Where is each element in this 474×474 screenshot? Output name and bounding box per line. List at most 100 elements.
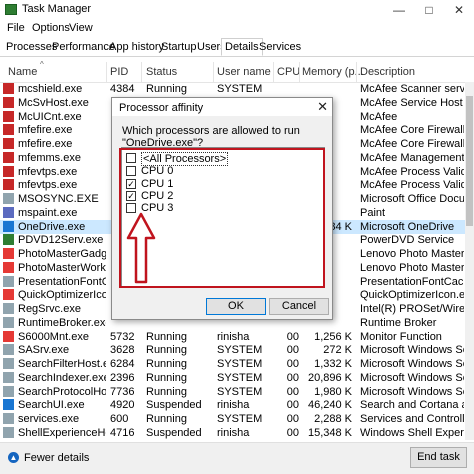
cell-cpu: 00 xyxy=(286,330,299,343)
vertical-scrollbar[interactable] xyxy=(465,82,474,440)
cancel-button[interactable]: Cancel xyxy=(269,298,329,315)
cell-status: Running xyxy=(146,371,187,384)
title-bar: Task Manager — □ ✕ xyxy=(0,0,474,20)
monitor-icon xyxy=(3,330,14,342)
cell-name: mfefire.exe xyxy=(18,124,73,137)
cell-desc: Lenovo Photo Master xyxy=(360,248,464,260)
cell-desc: Lenovo Photo Master xyxy=(360,261,464,274)
column-cpu[interactable]: CPU xyxy=(277,66,300,78)
cell-desc: McAfee xyxy=(360,110,398,123)
app-icon xyxy=(3,193,14,204)
cell-name: OneDrive.exe xyxy=(18,220,86,233)
cell-pid: 4716 xyxy=(110,426,135,439)
search-icon xyxy=(3,358,14,369)
cell-cpu: 00 xyxy=(286,344,299,357)
cell-mem: 1,332 K xyxy=(314,358,352,370)
mcafee-icon xyxy=(3,165,14,177)
cell-desc: Monitor Function xyxy=(360,330,442,343)
up-arrow-icon xyxy=(126,212,156,284)
cell-name: mfemms.exe xyxy=(18,151,81,164)
cell-name: mspaint.exe xyxy=(18,206,78,219)
menu-view[interactable]: View xyxy=(69,22,93,34)
cell-status: Running xyxy=(146,358,187,370)
mcafee-icon xyxy=(3,151,14,163)
cell-name: SearchIndexer.exe xyxy=(18,371,106,384)
cell-name: SASrv.exe xyxy=(18,344,70,357)
column-pid[interactable]: PID xyxy=(110,66,128,78)
column-memory[interactable]: Memory (p... xyxy=(302,66,364,78)
cell-cpu: 00 xyxy=(286,399,299,412)
table-row[interactable]: mcshield.exe 4384 Running SYSTEM McAfee Scan… xyxy=(0,82,465,96)
column-divider[interactable] xyxy=(299,62,300,82)
cell-name: SearchUI.exe xyxy=(18,399,85,412)
column-name[interactable]: Name xyxy=(8,66,37,78)
cell-user: SYSTEM xyxy=(217,371,263,384)
menu-bar: File Options View xyxy=(0,21,474,37)
dialog-question: Which processors are allowed to run "One… xyxy=(122,125,300,149)
task-manager-icon xyxy=(5,4,17,15)
cell-user: SYSTEM xyxy=(217,83,263,95)
cell-user: SYSTEM xyxy=(217,385,263,398)
cell-user: SYSTEM xyxy=(217,413,263,425)
cell-pid: 600 xyxy=(110,413,129,425)
window-title: Task Manager xyxy=(22,3,92,15)
column-divider[interactable] xyxy=(273,62,274,82)
scrollbar-thumb[interactable] xyxy=(466,96,473,226)
cell-user: rinisha xyxy=(217,330,250,343)
column-divider[interactable] xyxy=(356,62,357,82)
table-row[interactable]: ShellExperienceHost... 4716 Suspended rinis… xyxy=(0,426,465,440)
cell-desc: Windows Shell Experien... xyxy=(360,426,464,439)
column-description[interactable]: Description xyxy=(360,66,415,78)
app-icon xyxy=(3,426,14,438)
close-button[interactable]: ✕ xyxy=(444,0,474,20)
cell-name: PhotoMasterWorker.... xyxy=(18,261,106,274)
table-row[interactable]: SearchIndexer.exe 2396 Running SYSTEM 00 20,8… xyxy=(0,371,465,385)
cell-user: SYSTEM xyxy=(217,344,263,357)
search-icon xyxy=(3,371,14,383)
table-row[interactable]: S6000Mnt.exe 5732 Running rinisha 00 1,256 K M… xyxy=(0,330,465,344)
table-row[interactable]: SearchProtocolHost... 7736 Running SYSTEM 00… xyxy=(0,385,465,399)
column-header: ^ Name PID Status User name CPU Memory (… xyxy=(0,60,474,83)
cell-user: SYSTEM xyxy=(217,358,263,370)
mcafee-icon xyxy=(3,124,14,136)
dialog-title-bar: Processor affinity ✕ xyxy=(112,98,332,116)
cell-name: PDVD12Serv.exe xyxy=(18,234,104,247)
column-divider[interactable] xyxy=(141,62,142,82)
table-row[interactable]: SearchUI.exe 4920 Suspended rinisha 00 46,240… xyxy=(0,398,465,412)
dialog-title: Processor affinity xyxy=(119,102,204,114)
cell-name: services.exe xyxy=(18,413,80,425)
cell-desc: McAfee Scanner service xyxy=(360,83,464,95)
menu-file[interactable]: File xyxy=(7,22,25,34)
cell-pid: 3628 xyxy=(110,344,135,357)
menu-options[interactable]: Options xyxy=(32,22,70,34)
photo-icon xyxy=(3,248,14,259)
paint-icon xyxy=(3,206,14,218)
cell-name: PhotoMasterGadget... xyxy=(18,248,106,260)
search-icon xyxy=(3,399,14,411)
end-task-button[interactable]: End task xyxy=(410,447,467,468)
cell-mem: 15,348 K xyxy=(307,426,352,439)
ok-button[interactable]: OK xyxy=(206,298,266,315)
column-divider[interactable] xyxy=(106,62,107,82)
cell-name: RegSrvc.exe xyxy=(18,303,81,315)
table-row[interactable]: SearchFilterHost.exe 6284 Running SYSTEM 00 1… xyxy=(0,357,465,371)
fewer-details-link[interactable]: Fewer details xyxy=(24,452,89,464)
table-row[interactable]: SASrv.exe 3628 Running SYSTEM 00 272 K Microso… xyxy=(0,343,465,357)
cell-name: mfevtps.exe xyxy=(18,179,78,192)
cell-name: SearchProtocolHost... xyxy=(18,385,106,398)
cell-cpu: 00 xyxy=(286,385,299,398)
column-divider[interactable] xyxy=(213,62,214,82)
minimize-button[interactable]: — xyxy=(384,0,414,20)
tab-services[interactable]: Services xyxy=(255,38,305,56)
chevron-up-icon[interactable]: ▲ xyxy=(8,452,19,463)
cell-pid: 2396 xyxy=(110,371,135,384)
cell-name: mcshield.exe xyxy=(18,83,83,95)
maximize-button[interactable]: □ xyxy=(414,0,444,20)
dialog-close-button[interactable]: ✕ xyxy=(317,99,328,115)
column-status[interactable]: Status xyxy=(146,66,177,78)
table-row[interactable]: services.exe 600 Running SYSTEM 00 2,288 K Ser… xyxy=(0,412,465,426)
cell-mem: 1,256 K xyxy=(314,330,352,343)
cell-name: ShellExperienceHost... xyxy=(18,426,106,439)
column-user-name[interactable]: User name xyxy=(217,66,271,78)
cell-desc: QuickOptimizerIcon.exe xyxy=(360,289,464,302)
